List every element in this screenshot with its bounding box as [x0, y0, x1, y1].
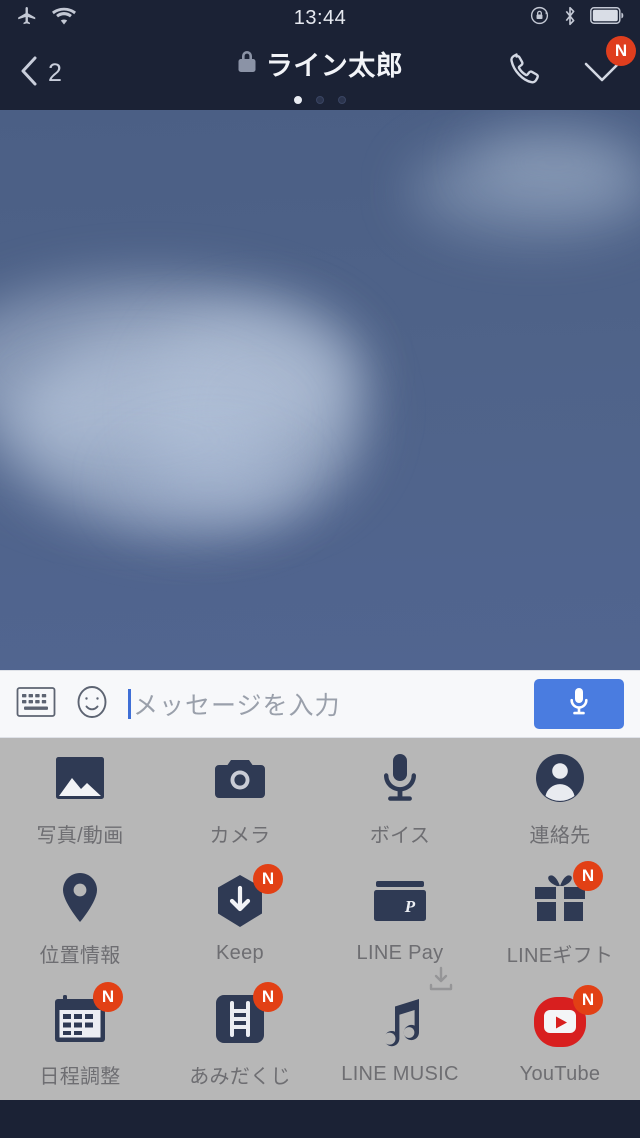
- page-dot-1[interactable]: [294, 96, 302, 104]
- new-badge: N: [93, 982, 123, 1013]
- status-bar: 13:44: [0, 0, 640, 36]
- photo-icon: [51, 749, 109, 807]
- menu-badge: N: [606, 35, 636, 66]
- call-button[interactable]: [502, 48, 548, 99]
- download-icon: [427, 965, 455, 998]
- attach-item-youtube[interactable]: N YouTube: [480, 985, 640, 1086]
- message-input-placeholder: メッセージを入力: [133, 692, 341, 720]
- attach-label: 位置情報: [39, 945, 121, 968]
- attach-item-line-gift[interactable]: N LINEギフト: [480, 861, 640, 968]
- attach-item-schedule[interactable]: N 日程調整: [0, 982, 160, 1089]
- new-badge: N: [253, 864, 283, 895]
- attach-label: LINE MUSIC: [341, 1063, 459, 1086]
- attach-label: Keep: [216, 942, 264, 965]
- new-badge: N: [573, 985, 603, 1016]
- chevron-left-icon: [16, 51, 42, 96]
- youtube-icon: N: [531, 985, 603, 1051]
- line-chat-screen: 13:44 2 ライン太郎 N メッセージを入力 写真/動画 カメラ ボイス 連…: [0, 0, 640, 1138]
- bluetooth-icon: [563, 5, 577, 32]
- attach-label: LINE Pay: [356, 942, 444, 965]
- attach-item-camera[interactable]: カメラ: [160, 749, 320, 848]
- camera-icon: [211, 749, 269, 807]
- attach-item-voice[interactable]: ボイス: [320, 749, 480, 848]
- microphone-icon: [371, 749, 429, 807]
- attach-label: YouTube: [519, 1063, 601, 1086]
- message-text-input[interactable]: メッセージを入力: [128, 686, 518, 722]
- attach-item-photo-video[interactable]: 写真/動画: [0, 749, 160, 848]
- attach-label: あみだくじ: [189, 1066, 291, 1089]
- attach-item-line-pay[interactable]: P LINE Pay: [320, 872, 480, 965]
- calendar-icon: N: [51, 982, 123, 1048]
- battery-icon: [590, 7, 624, 29]
- new-badge: N: [253, 982, 283, 1013]
- cloud-shape: [470, 128, 640, 198]
- keep-icon: N: [211, 864, 283, 930]
- page-dot-3[interactable]: [338, 96, 346, 104]
- attach-label: LINEギフト: [506, 945, 614, 968]
- attach-label: 連絡先: [529, 824, 591, 847]
- navigation-bar: 2 ライン太郎 N: [0, 35, 640, 110]
- rotation-lock-icon: [529, 5, 550, 31]
- cloud-shape: [120, 440, 300, 530]
- gift-icon: N: [531, 861, 603, 927]
- back-unread-count: 2: [48, 58, 62, 87]
- wallet-icon: P: [371, 872, 429, 930]
- attach-label: 日程調整: [39, 1066, 121, 1089]
- chat-message-area[interactable]: [0, 110, 640, 670]
- lock-icon: [237, 49, 257, 79]
- attach-label: ボイス: [369, 824, 431, 847]
- page-indicator[interactable]: [0, 96, 640, 104]
- location-pin-icon: [51, 869, 109, 927]
- menu-button[interactable]: N: [578, 35, 636, 99]
- music-note-icon: [371, 966, 453, 1051]
- smiley-icon[interactable]: [72, 682, 112, 727]
- attach-item-location[interactable]: 位置情報: [0, 869, 160, 968]
- status-right-icons: [529, 0, 624, 36]
- voice-message-button[interactable]: [534, 679, 624, 729]
- attach-item-line-music[interactable]: LINE MUSIC: [320, 966, 480, 1086]
- attach-item-keep[interactable]: N Keep: [160, 864, 320, 965]
- svg-text:P: P: [404, 897, 416, 916]
- microphone-icon: [566, 686, 592, 723]
- back-button[interactable]: 2: [16, 51, 62, 96]
- attach-label: カメラ: [209, 824, 271, 847]
- attach-label: 写真/動画: [36, 824, 124, 847]
- attach-item-contacts[interactable]: 連絡先: [480, 749, 640, 848]
- message-input-bar: メッセージを入力: [0, 670, 640, 738]
- ladder-icon: N: [211, 982, 283, 1048]
- page-dot-2[interactable]: [316, 96, 324, 104]
- attachment-panel: 写真/動画 カメラ ボイス 連絡先 位置情報 N Keep P LINE Pay…: [0, 738, 640, 1100]
- text-cursor: [128, 689, 131, 719]
- chat-title-text: ライン太郎: [265, 51, 404, 81]
- new-badge: N: [573, 861, 603, 892]
- keyboard-icon[interactable]: [16, 685, 56, 724]
- attach-item-amidakuji[interactable]: N あみだくじ: [160, 982, 320, 1089]
- contact-icon: [531, 749, 589, 807]
